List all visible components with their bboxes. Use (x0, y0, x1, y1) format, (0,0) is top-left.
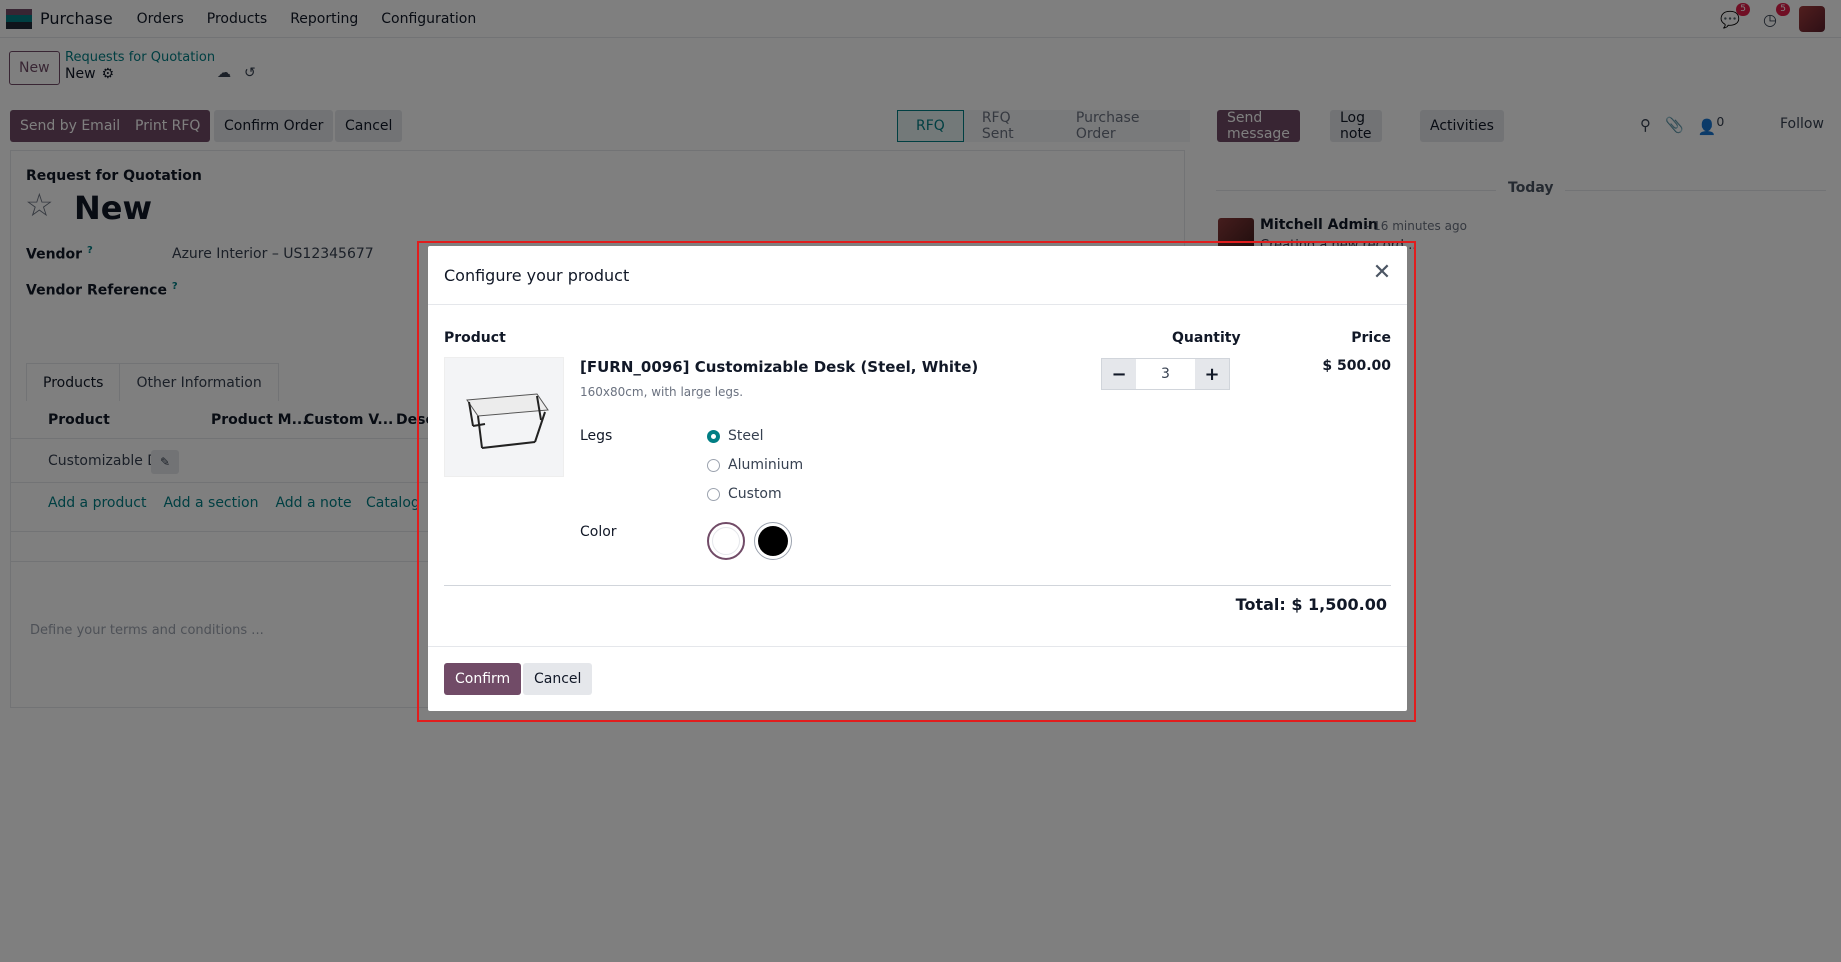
unit-price: $ 500.00 (1322, 358, 1391, 374)
quantity-input[interactable] (1136, 359, 1195, 389)
col-quantity-header: Quantity (1172, 330, 1241, 346)
legs-option-steel[interactable]: Steel (707, 428, 764, 444)
legs-option-custom[interactable]: Custom (707, 486, 782, 502)
product-description: 160x80cm, with large legs. (580, 385, 744, 399)
close-icon[interactable]: ✕ (1371, 262, 1393, 284)
color-swatch-white[interactable] (707, 522, 745, 560)
quantity-stepper: − + (1101, 358, 1230, 390)
radio-checked-icon[interactable] (707, 429, 720, 443)
configure-product-dialog: Configure your product ✕ Product Quantit… (428, 246, 1407, 711)
swatch-fill (758, 526, 788, 556)
minus-icon[interactable]: − (1102, 359, 1136, 389)
dialog-header: Configure your product ✕ (428, 246, 1407, 305)
radio-unchecked-icon[interactable] (707, 458, 720, 472)
dialog-title: Configure your product (444, 266, 630, 285)
legs-option-aluminium[interactable]: Aluminium (707, 457, 803, 473)
color-swatch-black[interactable] (754, 522, 792, 560)
legs-label: Legs (580, 428, 613, 444)
total-amount: Total: $ 1,500.00 (1235, 595, 1387, 614)
confirm-button[interactable]: Confirm (444, 663, 522, 695)
radio-unchecked-icon[interactable] (707, 487, 720, 501)
col-price-header: Price (1351, 330, 1391, 346)
swatch-fill (712, 527, 740, 555)
legs-option-label: Aluminium (728, 457, 804, 473)
legs-option-label: Steel (728, 428, 764, 444)
divider (444, 585, 1391, 586)
dialog-footer: Confirm Cancel (428, 646, 1407, 711)
color-label: Color (580, 524, 617, 540)
legs-option-label: Custom (728, 486, 782, 502)
cancel-button[interactable]: Cancel (523, 663, 593, 695)
product-name: [FURN_0096] Customizable Desk (Steel, Wh… (580, 358, 979, 376)
product-image (444, 357, 564, 477)
plus-icon[interactable]: + (1195, 359, 1229, 389)
col-product-header: Product (444, 330, 506, 346)
